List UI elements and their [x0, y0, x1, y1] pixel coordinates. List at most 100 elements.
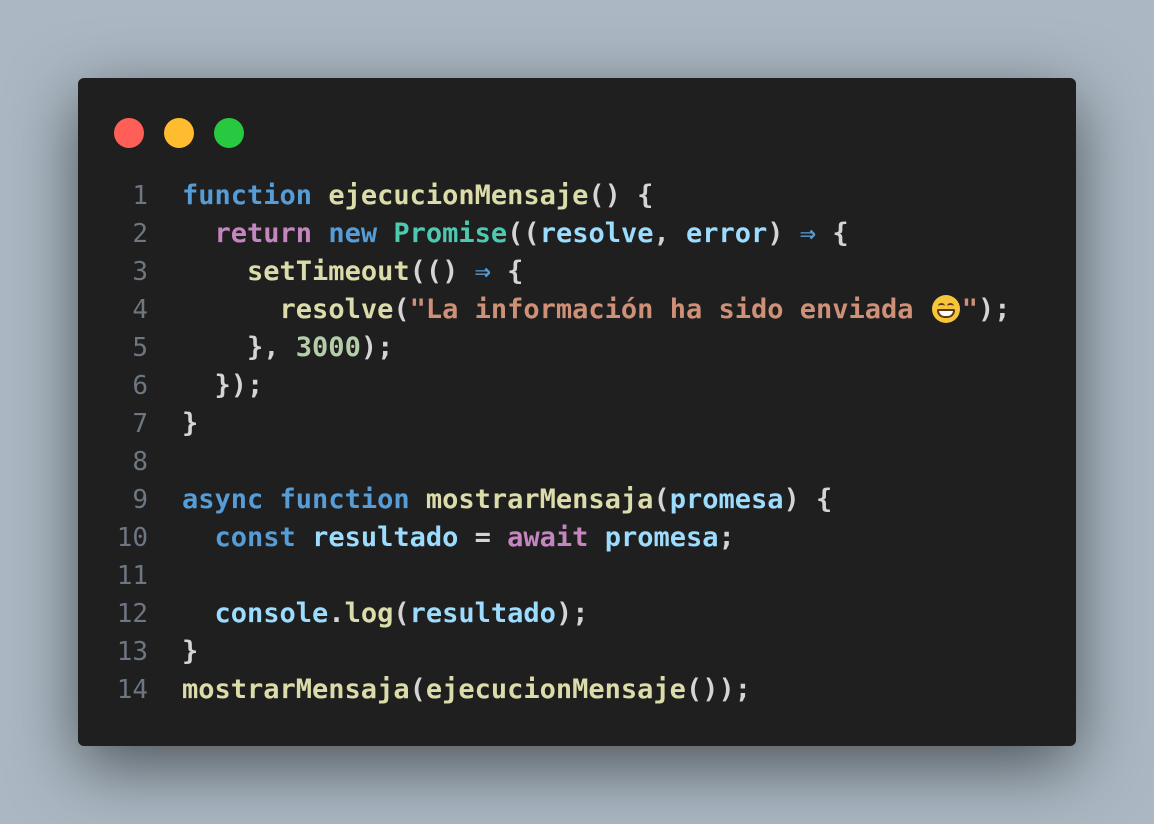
code-token: await: [507, 522, 589, 553]
code-token: ((: [507, 218, 540, 249]
code-line: 11: [78, 557, 1076, 595]
line-content: return new Promise((resolve, error) ⇒ {: [182, 215, 849, 253]
line-number: 6: [132, 371, 148, 401]
code-token: {: [816, 218, 849, 249]
code-line: 1 function ejecucionMensaje() {: [78, 177, 1076, 215]
line-content: async function mostrarMensaja(promesa) {: [182, 481, 832, 519]
code-token: mostrarMensaja: [182, 674, 410, 705]
code-token: ());: [685, 674, 751, 705]
line-content: }: [182, 633, 198, 671]
minimize-button[interactable]: [164, 118, 194, 148]
code-token: .: [328, 598, 345, 629]
line-number: 12: [116, 599, 148, 629]
line-content: });: [182, 367, 264, 405]
code-line: 10 const resultado = await promesa;: [78, 519, 1076, 557]
code-token: ejecucionMensaje: [328, 180, 589, 211]
line-content: }: [182, 405, 198, 443]
code-token: ((): [409, 256, 475, 287]
maximize-button[interactable]: [214, 118, 244, 148]
line-number: 7: [132, 409, 148, 439]
code-token: );: [360, 332, 394, 363]
line-number: 11: [116, 561, 148, 591]
line-number: 1: [132, 181, 148, 211]
code-line: 9 async function mostrarMensaja(promesa) …: [78, 481, 1076, 519]
line-number: 10: [116, 523, 148, 553]
line-number: 5: [132, 333, 148, 363]
line-content: resolve("La información ha sido enviada …: [182, 291, 1011, 329]
code-token: );: [555, 598, 589, 629]
line-number: 14: [116, 675, 148, 705]
line-number: 9: [132, 485, 148, 515]
code-token: resultado: [312, 522, 459, 553]
line-number: 13: [116, 637, 148, 667]
grinning-face-emoji-icon: [931, 295, 960, 323]
line-number: 8: [132, 447, 148, 477]
code-token: ⇒: [474, 256, 491, 287]
code-token: resolve: [279, 294, 394, 325]
code-token: },: [182, 332, 296, 363]
code-token: }: [182, 408, 199, 439]
code-token: const: [214, 522, 296, 553]
code-token: ": [961, 294, 979, 325]
code-token: =: [458, 522, 508, 553]
code-token: async: [182, 484, 264, 515]
code-token: ;: [718, 522, 735, 553]
line-number: 2: [132, 219, 148, 249]
code-token: setTimeout: [247, 256, 410, 287]
code-line: 6 });: [78, 367, 1076, 405]
code-token: promesa: [604, 522, 719, 553]
code-token: (: [393, 598, 410, 629]
code-token: console: [214, 598, 329, 629]
code-token: resultado: [409, 598, 556, 629]
code-token: );: [978, 294, 1011, 325]
code-token: ejecucionMensaje: [425, 674, 686, 705]
code-token: function: [279, 484, 410, 515]
code-line: 3 setTimeout(() ⇒ {: [78, 253, 1076, 291]
code-token: (: [393, 294, 410, 325]
code-token: {: [490, 256, 524, 287]
code-token: log: [344, 598, 394, 629]
code-token: promesa: [669, 484, 784, 515]
code-token: "La información ha sido enviada: [409, 294, 930, 325]
line-content: function ejecucionMensaje() {: [182, 177, 653, 215]
code-token: mostrarMensaja: [425, 484, 654, 515]
code-token: });: [182, 370, 264, 401]
code-token: () {: [588, 180, 654, 211]
code-token: }: [182, 636, 199, 667]
code-token: ) {: [783, 484, 833, 515]
line-content: console.log(resultado);: [182, 595, 589, 633]
close-button[interactable]: [114, 118, 144, 148]
line-content: }, 3000);: [182, 329, 393, 367]
code-line: 8: [78, 443, 1076, 481]
code-editor[interactable]: 1 function ejecucionMensaje() {2 return n…: [78, 177, 1076, 709]
code-token: (: [653, 484, 670, 515]
code-window: 1 function ejecucionMensaje() {2 return n…: [78, 78, 1076, 746]
code-token: Promise: [393, 218, 508, 249]
code-line: 14 mostrarMensaja(ejecucionMensaje());: [78, 671, 1076, 709]
line-content: const resultado = await promesa;: [182, 519, 735, 557]
code-token: new: [328, 218, 378, 249]
code-token: ,: [653, 218, 686, 249]
code-line: 5 }, 3000);: [78, 329, 1076, 367]
code-token: (: [409, 674, 426, 705]
code-token: ⇒: [799, 218, 817, 249]
code-line: 2 return new Promise((resolve, error) ⇒ …: [78, 215, 1076, 253]
code-line: 4 resolve("La información ha sido enviad…: [78, 291, 1076, 329]
code-line: 7}: [78, 405, 1076, 443]
code-line: 13}: [78, 633, 1076, 671]
line-number: 3: [132, 257, 148, 287]
line-number: 4: [132, 295, 148, 325]
code-token: return: [214, 218, 313, 249]
